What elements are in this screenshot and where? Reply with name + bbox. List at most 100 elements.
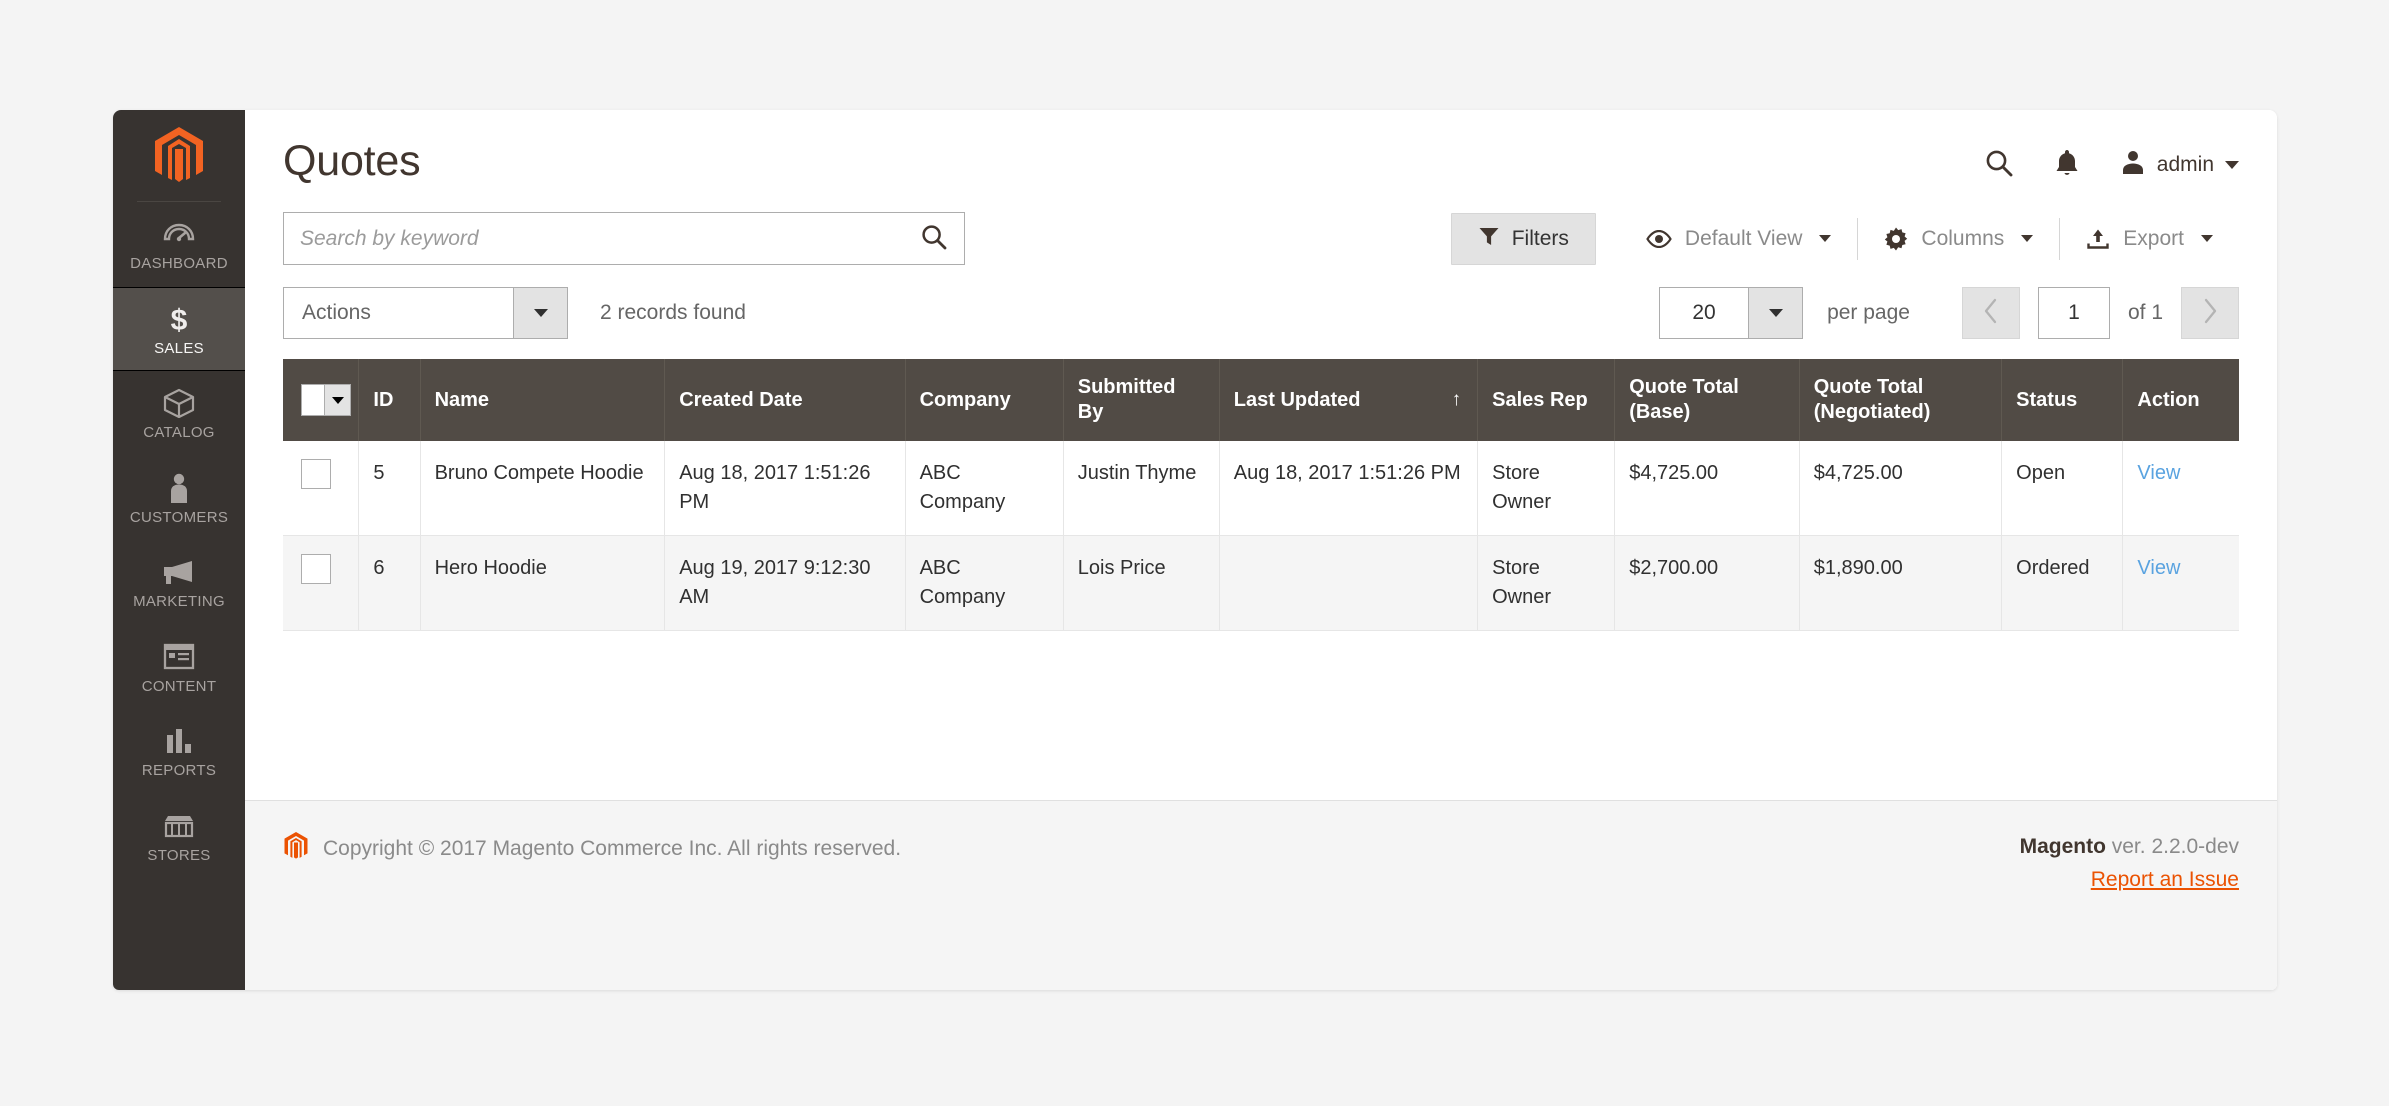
select-all-checkbox[interactable]	[302, 385, 324, 415]
storefront-icon	[162, 811, 196, 841]
default-view-label: Default View	[1684, 226, 1803, 250]
export-dropdown[interactable]: Export	[2060, 222, 2239, 256]
cell-last-updated: Aug 18, 2017 1:51:26 PM	[1219, 441, 1479, 536]
cell-quote-total-base: $2,700.00	[1614, 535, 1800, 631]
select-all-checkbox-dropdown[interactable]	[301, 384, 351, 416]
per-page-dropdown[interactable]: 20	[1659, 287, 1804, 339]
filters-button[interactable]: Filters	[1450, 212, 1596, 265]
sidebar-item-sales[interactable]: $ SALES	[113, 286, 245, 371]
column-header-sales-rep[interactable]: Sales Rep	[1477, 359, 1616, 441]
cell-quote-total-base: $4,725.00	[1614, 441, 1800, 536]
select-all-header[interactable]	[283, 359, 360, 441]
admin-user-menu[interactable]: admin	[2120, 149, 2239, 180]
sidebar-item-content[interactable]: CONTENT	[113, 625, 245, 710]
next-page-button[interactable]	[2181, 287, 2239, 339]
cell-id: 6	[358, 535, 421, 631]
cell-submitted-by: Lois Price	[1063, 535, 1220, 631]
gear-icon	[1884, 227, 1908, 251]
actions-dropdown[interactable]: Actions	[283, 287, 568, 339]
view-link[interactable]: View	[2137, 557, 2180, 579]
sidebar-item-dashboard[interactable]: DASHBOARD	[113, 202, 245, 287]
funnel-icon	[1478, 225, 1500, 253]
magento-logo-icon	[283, 831, 309, 867]
main-region: Quotes admin Search by keyword Filters D…	[245, 110, 2277, 990]
sidebar-item-reports[interactable]: REPORTS	[113, 709, 245, 794]
version-text: ver. 2.2.0-dev	[2105, 835, 2239, 858]
grid-toolbar: Actions 2 records found 20 per page 1 of…	[283, 287, 2239, 339]
table-row[interactable]: 5 Bruno Compete Hoodie Aug 18, 2017 1:51…	[283, 441, 2239, 536]
user-avatar-icon	[2120, 149, 2146, 180]
grid-header-row: ID Name Created Date Company Submitted B…	[283, 359, 2239, 441]
cell-status: Open	[2001, 441, 2124, 536]
cell-company: ABC Company	[905, 441, 1064, 536]
default-view-dropdown[interactable]: Default View	[1620, 222, 1858, 256]
columns-dropdown[interactable]: Columns	[1858, 222, 2059, 256]
search-submit-button[interactable]	[904, 223, 964, 254]
chevron-down-icon	[2225, 160, 2239, 169]
grid-right-tools: 20 per page of 1	[1659, 287, 2239, 339]
header-actions: admin	[1984, 140, 2239, 181]
sidebar-item-label: CATALOG	[143, 424, 215, 441]
keyword-search-box[interactable]	[283, 212, 965, 265]
sidebar-item-label: MARKETING	[133, 593, 225, 610]
column-header-label: Last Updated	[1233, 388, 1361, 411]
column-header-quote-total-base[interactable]: Quote Total (Base)	[1614, 359, 1800, 441]
pagination: of 1	[1961, 287, 2239, 339]
sidebar-item-catalog[interactable]: CATALOG	[113, 371, 245, 456]
row-select-cell[interactable]	[283, 441, 360, 536]
search-icon	[920, 223, 948, 254]
chevron-left-icon	[1983, 298, 1999, 328]
page-number-input[interactable]	[2037, 287, 2110, 339]
global-search-button[interactable]	[1984, 148, 2014, 181]
column-header-company[interactable]: Company	[905, 359, 1064, 441]
chevron-down-icon[interactable]	[324, 385, 350, 415]
column-header-quote-total-negotiated[interactable]: Quote Total (Negotiated)	[1799, 359, 2003, 441]
cell-id: 5	[358, 441, 421, 536]
search-input[interactable]	[284, 226, 904, 251]
column-header-status[interactable]: Status	[2001, 359, 2124, 441]
quotes-grid: ID Name Created Date Company Submitted B…	[283, 359, 2239, 631]
copyright-block: Copyright © 2017 Magento Commerce Inc. A…	[283, 831, 901, 867]
column-header-action[interactable]: Action	[2122, 359, 2239, 441]
row-select-cell[interactable]	[283, 535, 360, 631]
brand-name: Magento	[2019, 835, 2106, 858]
previous-page-button[interactable]	[1961, 287, 2020, 339]
version-line: Magento ver. 2.2.0-dev	[2020, 831, 2239, 864]
search-icon	[1984, 148, 2014, 181]
page-title: Quotes	[283, 137, 421, 185]
sidebar-item-stores[interactable]: STORES	[113, 794, 245, 879]
column-header-submitted-by[interactable]: Submitted By	[1063, 359, 1220, 441]
chevron-down-icon[interactable]	[1748, 288, 1803, 338]
chevron-down-icon	[2021, 235, 2034, 242]
column-header-id[interactable]: ID	[358, 359, 421, 441]
grid-left-tools: Actions 2 records found	[283, 287, 746, 339]
sidebar-item-marketing[interactable]: MARKETING	[113, 540, 245, 625]
magento-logo-icon[interactable]	[137, 110, 221, 202]
cell-submitted-by: Justin Thyme	[1063, 441, 1220, 536]
primary-sidebar: DASHBOARD $ SALES CATALOG CUSTOMERS MARK…	[113, 110, 245, 990]
export-upload-icon	[2086, 228, 2110, 250]
column-header-created-date[interactable]: Created Date	[664, 359, 906, 441]
report-issue-link[interactable]: Report an Issue	[2091, 868, 2239, 891]
sidebar-item-customers[interactable]: CUSTOMERS	[113, 456, 245, 541]
view-link[interactable]: View	[2137, 462, 2180, 484]
column-header-name[interactable]: Name	[420, 359, 666, 441]
export-label: Export	[2123, 226, 2184, 250]
sidebar-item-label: STORES	[147, 846, 211, 864]
cell-action[interactable]: View	[2122, 441, 2239, 536]
megaphone-icon	[162, 557, 196, 587]
column-header-last-updated[interactable]: ↑ Last Updated	[1219, 359, 1479, 441]
row-checkbox[interactable]	[301, 459, 331, 489]
view-controls: Filters Default View Columns Export	[1450, 212, 2239, 265]
notifications-button[interactable]	[2054, 148, 2080, 181]
bar-chart-icon	[164, 726, 194, 756]
cell-sales-rep: Store Owner	[1477, 441, 1616, 536]
cell-action[interactable]: View	[2122, 535, 2239, 631]
cell-name: Hero Hoodie	[420, 535, 666, 631]
grid-header: ID Name Created Date Company Submitted B…	[283, 359, 2239, 441]
row-checkbox[interactable]	[301, 554, 331, 584]
table-row[interactable]: 6 Hero Hoodie Aug 19, 2017 9:12:30 AM AB…	[283, 535, 2239, 631]
chevron-down-icon[interactable]	[513, 288, 567, 338]
page-layout-icon	[163, 642, 195, 672]
per-page-label: per page	[1827, 301, 1910, 324]
